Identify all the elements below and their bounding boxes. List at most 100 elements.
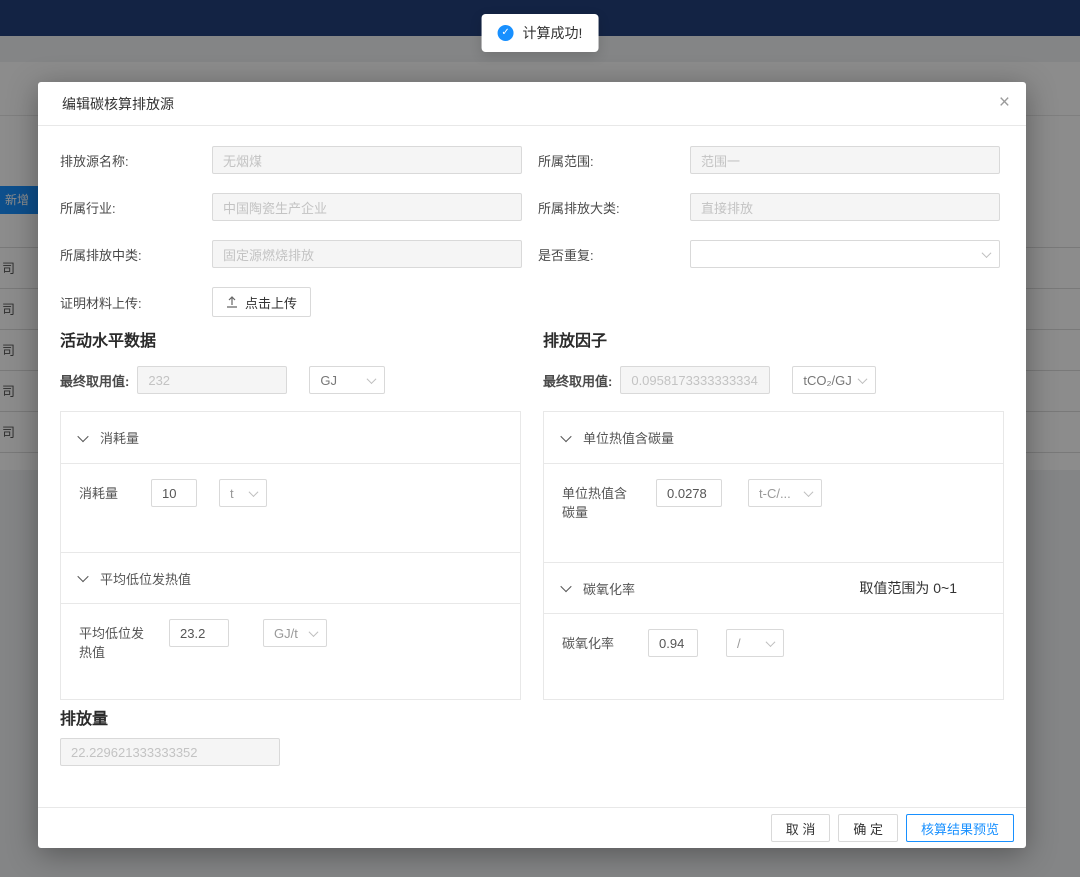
- modal-footer: 取 消 确 定 核算结果预览: [38, 807, 1026, 848]
- factor-unit-value: tCO₂/GJ: [803, 373, 851, 388]
- carbon-content-section-header[interactable]: 单位热值含碳量: [544, 412, 1003, 464]
- heating-value-section-header[interactable]: 平均低位发热值: [61, 552, 520, 604]
- carbon-content-unit-select[interactable]: t-C/...: [748, 479, 822, 507]
- field-major-category: 所属排放大类:: [538, 193, 1004, 221]
- factor-final-row: 最终取用值: tCO₂/GJ: [543, 366, 1004, 394]
- consumption-unit-select[interactable]: t: [219, 479, 267, 507]
- consumption-field-row: 消耗量 t: [61, 464, 520, 552]
- data-sections: 活动水平数据 最终取用值: GJ 消耗量: [60, 332, 1004, 700]
- duplicate-select[interactable]: [690, 240, 1000, 268]
- scope-input: [690, 146, 1000, 174]
- field-mid-category: 所属排放中类:: [60, 240, 526, 268]
- collapse-chevron-icon: [77, 571, 88, 582]
- heating-value-header-left: 平均低位发热值: [79, 569, 191, 588]
- factor-unit-select[interactable]: tCO₂/GJ: [792, 366, 876, 394]
- modal-header: 编辑碳核算排放源 ×: [38, 82, 1026, 126]
- collapse-chevron-icon: [560, 581, 571, 592]
- emission-result-input: [60, 738, 280, 766]
- consumption-unit-value: t: [230, 486, 234, 501]
- oxidation-rate-section-header[interactable]: 碳氧化率 取值范围为 0~1: [544, 562, 1003, 614]
- carbon-content-input[interactable]: [656, 479, 722, 507]
- upload-button-label: 点击上传: [245, 293, 297, 312]
- collapse-chevron-icon: [77, 430, 88, 441]
- close-icon[interactable]: ×: [999, 82, 1010, 126]
- field-upload: 证明材料上传: 点击上传: [60, 287, 533, 317]
- heating-value-label: 平均低位发热值: [79, 619, 151, 662]
- activity-final-input: [137, 366, 287, 394]
- form-row: 证明材料上传: 点击上传: [60, 287, 1004, 317]
- cancel-button[interactable]: 取 消: [771, 814, 831, 842]
- source-name-label: 排放源名称:: [60, 151, 212, 170]
- activity-column: 活动水平数据 最终取用值: GJ 消耗量: [60, 332, 521, 700]
- factor-final-input: [620, 366, 770, 394]
- consumption-header-left: 消耗量: [79, 428, 139, 447]
- ok-button[interactable]: 确 定: [838, 814, 898, 842]
- chevron-down-icon: [982, 248, 992, 258]
- consumption-section-title: 消耗量: [100, 428, 139, 447]
- major-category-label: 所属排放大类:: [538, 198, 690, 217]
- modal-body: 排放源名称: 所属范围: 所属行业: 所属排放大类: 所属排放中类:: [38, 126, 1026, 807]
- field-source-name: 排放源名称:: [60, 146, 526, 174]
- heating-value-field-row: 平均低位发热值 GJ/t: [61, 604, 520, 677]
- factor-card: 单位热值含碳量 单位热值含碳量 t-C/...: [543, 411, 1004, 700]
- success-toast: ✓ 计算成功!: [482, 14, 599, 52]
- field-scope: 所属范围:: [538, 146, 1004, 174]
- check-circle-icon: ✓: [498, 25, 514, 41]
- chevron-down-icon: [858, 374, 868, 384]
- chevron-down-icon: [766, 637, 776, 647]
- carbon-content-section-title: 单位热值含碳量: [583, 428, 674, 447]
- mid-category-label: 所属排放中类:: [60, 245, 212, 264]
- chevron-down-icon: [804, 487, 814, 497]
- carbon-content-header-left: 单位热值含碳量: [562, 428, 674, 447]
- oxidation-rate-unit-select[interactable]: /: [726, 629, 784, 657]
- upload-button[interactable]: 点击上传: [212, 287, 311, 317]
- modal-title: 编辑碳核算排放源: [62, 96, 174, 112]
- scope-label: 所属范围:: [538, 151, 690, 170]
- mid-category-input: [212, 240, 522, 268]
- oxidation-rate-hint: 取值范围为 0~1: [859, 578, 985, 598]
- activity-section-title: 活动水平数据: [60, 332, 521, 352]
- oxidation-rate-field-row: 碳氧化率 /: [544, 614, 1003, 672]
- field-industry: 所属行业:: [60, 193, 526, 221]
- chevron-down-icon: [367, 374, 377, 384]
- source-name-input: [212, 146, 522, 174]
- industry-label: 所属行业:: [60, 198, 212, 217]
- field-duplicate: 是否重复:: [538, 240, 1004, 268]
- collapse-chevron-icon: [560, 430, 571, 441]
- consumption-label: 消耗量: [79, 479, 151, 503]
- form-row: 所属行业: 所属排放大类:: [60, 193, 1004, 221]
- carbon-content-unit: t-C/...: [759, 486, 791, 501]
- edit-emission-source-modal: 编辑碳核算排放源 × 排放源名称: 所属范围: 所属行业: 所属排放大类:: [38, 82, 1026, 848]
- chevron-down-icon: [249, 487, 259, 497]
- factor-final-label: 最终取用值:: [543, 371, 612, 390]
- result-preview-button[interactable]: 核算结果预览: [906, 814, 1014, 842]
- carbon-content-field-row: 单位热值含碳量 t-C/...: [544, 464, 1003, 562]
- form-row: 排放源名称: 所属范围:: [60, 146, 1004, 174]
- oxidation-rate-label: 碳氧化率: [562, 629, 634, 653]
- oxidation-rate-input[interactable]: [648, 629, 698, 657]
- carbon-content-label: 单位热值含碳量: [562, 479, 634, 522]
- upload-label: 证明材料上传:: [60, 293, 212, 312]
- activity-final-label: 最终取用值:: [60, 371, 129, 390]
- activity-final-row: 最终取用值: GJ: [60, 366, 521, 394]
- duplicate-label: 是否重复:: [538, 245, 690, 264]
- consumption-input[interactable]: [151, 479, 197, 507]
- emission-title: 排放量: [60, 711, 1004, 729]
- upload-icon: [226, 296, 238, 308]
- industry-input: [212, 193, 522, 221]
- oxidation-rate-section-title: 碳氧化率: [583, 579, 635, 598]
- oxidation-rate-unit: /: [737, 636, 741, 651]
- major-category-input: [690, 193, 1000, 221]
- toast-message: 计算成功!: [523, 23, 583, 43]
- form-row: 所属排放中类: 是否重复:: [60, 240, 1004, 268]
- heating-value-input[interactable]: [169, 619, 229, 647]
- heating-value-unit: GJ/t: [274, 626, 298, 641]
- activity-card: 消耗量 消耗量 t: [60, 411, 521, 700]
- heating-value-section-title: 平均低位发热值: [100, 569, 191, 588]
- factor-column: 排放因子 最终取用值: tCO₂/GJ 单位热值含碳量: [543, 332, 1004, 700]
- activity-unit-select[interactable]: GJ: [309, 366, 385, 394]
- heating-value-unit-select[interactable]: GJ/t: [263, 619, 327, 647]
- consumption-section-header[interactable]: 消耗量: [61, 412, 520, 464]
- factor-section-title: 排放因子: [543, 332, 1004, 352]
- activity-unit-value: GJ: [320, 373, 337, 388]
